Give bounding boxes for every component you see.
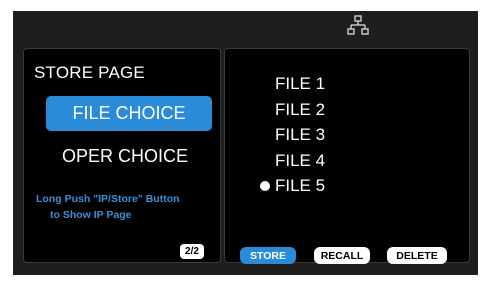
- network-icon: [347, 15, 369, 35]
- file-label: FILE 2: [275, 99, 326, 119]
- file-item-5[interactable]: FILE 5: [260, 173, 326, 199]
- file-item-1[interactable]: FILE 1: [275, 71, 325, 97]
- store-page-panel: STORE PAGE FILE CHOICE OPER CHOICE Long …: [23, 48, 221, 263]
- ip-page-hint: Long Push "IP/Store" Button to Show IP P…: [36, 191, 216, 223]
- store-button[interactable]: STORE: [240, 247, 296, 264]
- file-list-panel: FILE 1 FILE 2 FILE 3 FILE 4 FILE 5 STORE…: [224, 48, 470, 264]
- file-item-2[interactable]: FILE 2: [275, 97, 325, 123]
- page-title: STORE PAGE: [34, 63, 145, 82]
- file-label: FILE 1: [275, 74, 326, 93]
- file-label: FILE 3: [275, 125, 326, 144]
- file-label: FILE 5: [275, 176, 326, 195]
- file-choice-button[interactable]: FILE CHOICE: [46, 96, 212, 131]
- file-item-4[interactable]: FILE 4: [275, 148, 325, 174]
- selected-dot-icon: [260, 181, 270, 191]
- device-screen: STORE PAGE FILE CHOICE OPER CHOICE Long …: [13, 11, 478, 275]
- file-list: FILE 1 FILE 2 FILE 3 FILE 4 FILE 5: [260, 71, 326, 199]
- file-item-3[interactable]: FILE 3: [275, 122, 325, 148]
- file-label: FILE 4: [275, 150, 326, 170]
- hint-line-1: Long Push "IP/Store" Button: [36, 193, 180, 205]
- recall-button[interactable]: RECALL: [314, 247, 370, 264]
- oper-choice-button[interactable]: OPER CHOICE: [62, 146, 188, 167]
- delete-button[interactable]: DELETE: [387, 247, 447, 264]
- hint-line-2: to Show IP Page: [50, 209, 132, 221]
- page-indicator[interactable]: 2/2: [180, 244, 204, 259]
